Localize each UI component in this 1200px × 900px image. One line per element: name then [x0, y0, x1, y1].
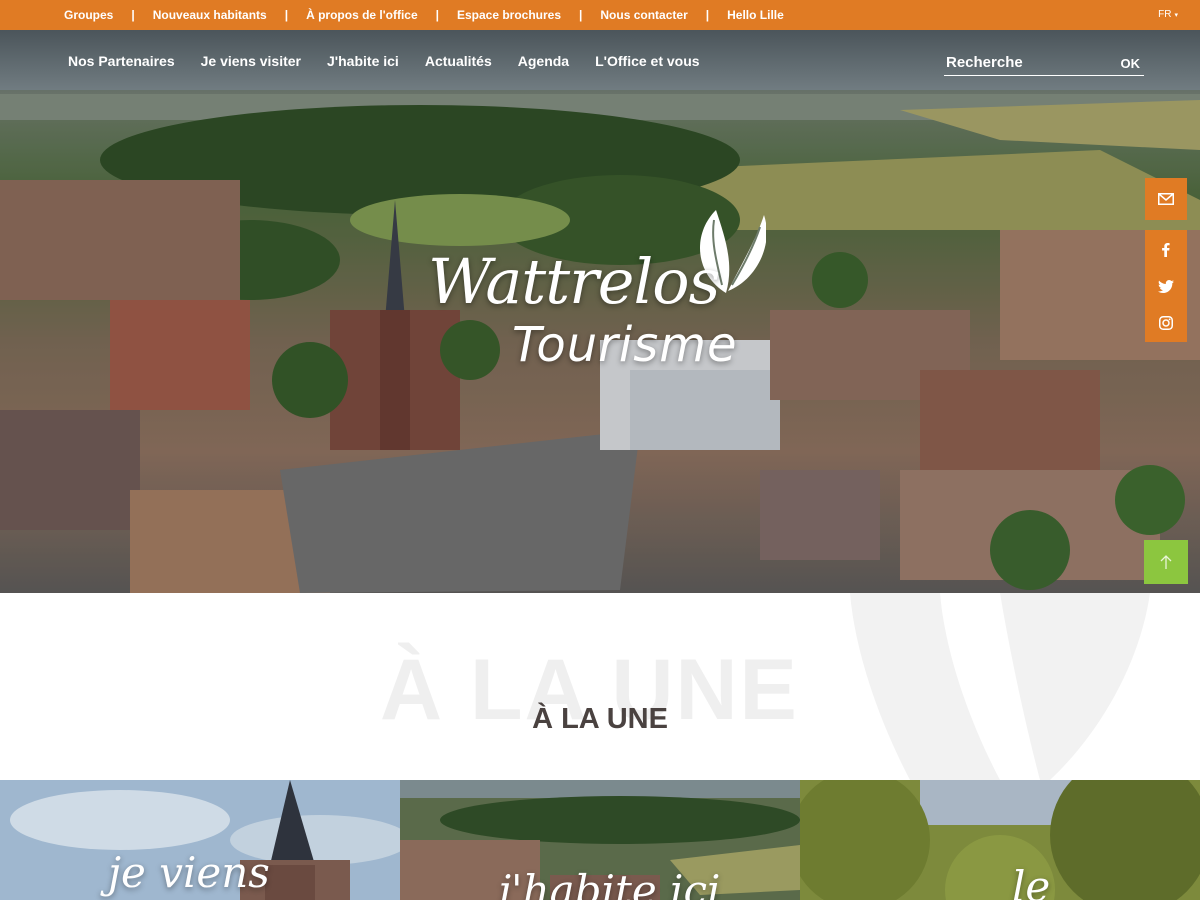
hero-banner: Nos Partenaires Je viens visiter J'habit… — [0, 30, 1200, 593]
nav-habite-ici[interactable]: J'habite ici — [327, 53, 399, 69]
card-j-habite-ici[interactable]: j'habite ici — [400, 780, 800, 900]
top-link-groupes[interactable]: Groupes — [64, 8, 113, 22]
card-title: j'habite ici — [498, 866, 721, 900]
nav-visiter[interactable]: Je viens visiter — [201, 53, 301, 69]
search-submit-button[interactable]: OK — [1121, 56, 1141, 71]
separator: | — [131, 8, 135, 22]
separator: | — [284, 8, 289, 22]
watermark-leaf-shape — [850, 593, 1150, 780]
top-link-nouveaux-habitants[interactable]: Nouveaux habitants — [153, 8, 267, 22]
feature-cards: je viens j'habite ici le — [0, 780, 1200, 900]
facebook-button[interactable] — [1145, 231, 1187, 268]
language-selector[interactable]: FR ▾ — [1158, 9, 1178, 20]
chevron-down-icon: ▾ — [1174, 11, 1178, 19]
card-le[interactable]: le — [800, 780, 1200, 900]
top-link-brochures[interactable]: Espace brochures — [457, 8, 561, 22]
card-je-viens-visiter[interactable]: je viens — [0, 780, 400, 900]
arrow-up-icon — [1160, 555, 1172, 569]
nav-office[interactable]: L'Office et vous — [595, 53, 699, 69]
search-box: OK — [944, 50, 1144, 76]
card-title: le — [1012, 862, 1051, 900]
scroll-top-button[interactable] — [1144, 540, 1188, 584]
separator: | — [435, 8, 439, 22]
top-link-a-propos[interactable]: À propos de l'office — [306, 8, 418, 22]
nav-actualites[interactable]: Actualités — [425, 53, 492, 69]
nav-agenda[interactable]: Agenda — [518, 53, 569, 69]
top-links: Groupes | Nouveaux habitants | À propos de… — [64, 8, 784, 22]
main-nav: Nos Partenaires Je viens visiter J'habit… — [0, 30, 1200, 94]
social-links — [1145, 230, 1187, 342]
card-title: je viens — [108, 848, 270, 897]
logo-text-tourisme: Tourisme — [512, 317, 738, 373]
top-bar: Groupes | Nouveaux habitants | À propos de… — [0, 0, 1200, 30]
language-label: FR — [1158, 9, 1172, 20]
facebook-icon — [1162, 242, 1170, 257]
card-image — [800, 780, 1200, 900]
twitter-icon — [1158, 279, 1174, 293]
search-input[interactable] — [944, 54, 1104, 71]
nav-partenaires[interactable]: Nos Partenaires — [68, 53, 175, 69]
instagram-icon — [1159, 316, 1173, 330]
logo-text-wattrelos: Wattrelos — [428, 245, 720, 318]
mail-button[interactable] — [1145, 178, 1187, 220]
site-logo[interactable]: Wattrelos Tourisme — [420, 205, 780, 415]
separator: | — [579, 8, 583, 22]
mail-icon — [1158, 193, 1174, 205]
top-link-hello-lille[interactable]: Hello Lille — [727, 8, 784, 22]
twitter-button[interactable] — [1145, 268, 1187, 305]
separator: | — [705, 8, 710, 22]
instagram-button[interactable] — [1145, 305, 1187, 342]
top-link-contact[interactable]: Nous contacter — [600, 8, 687, 22]
a-la-une-section: À LA UNE À LA UNE — [0, 593, 1200, 780]
section-title: À LA UNE — [532, 703, 668, 735]
